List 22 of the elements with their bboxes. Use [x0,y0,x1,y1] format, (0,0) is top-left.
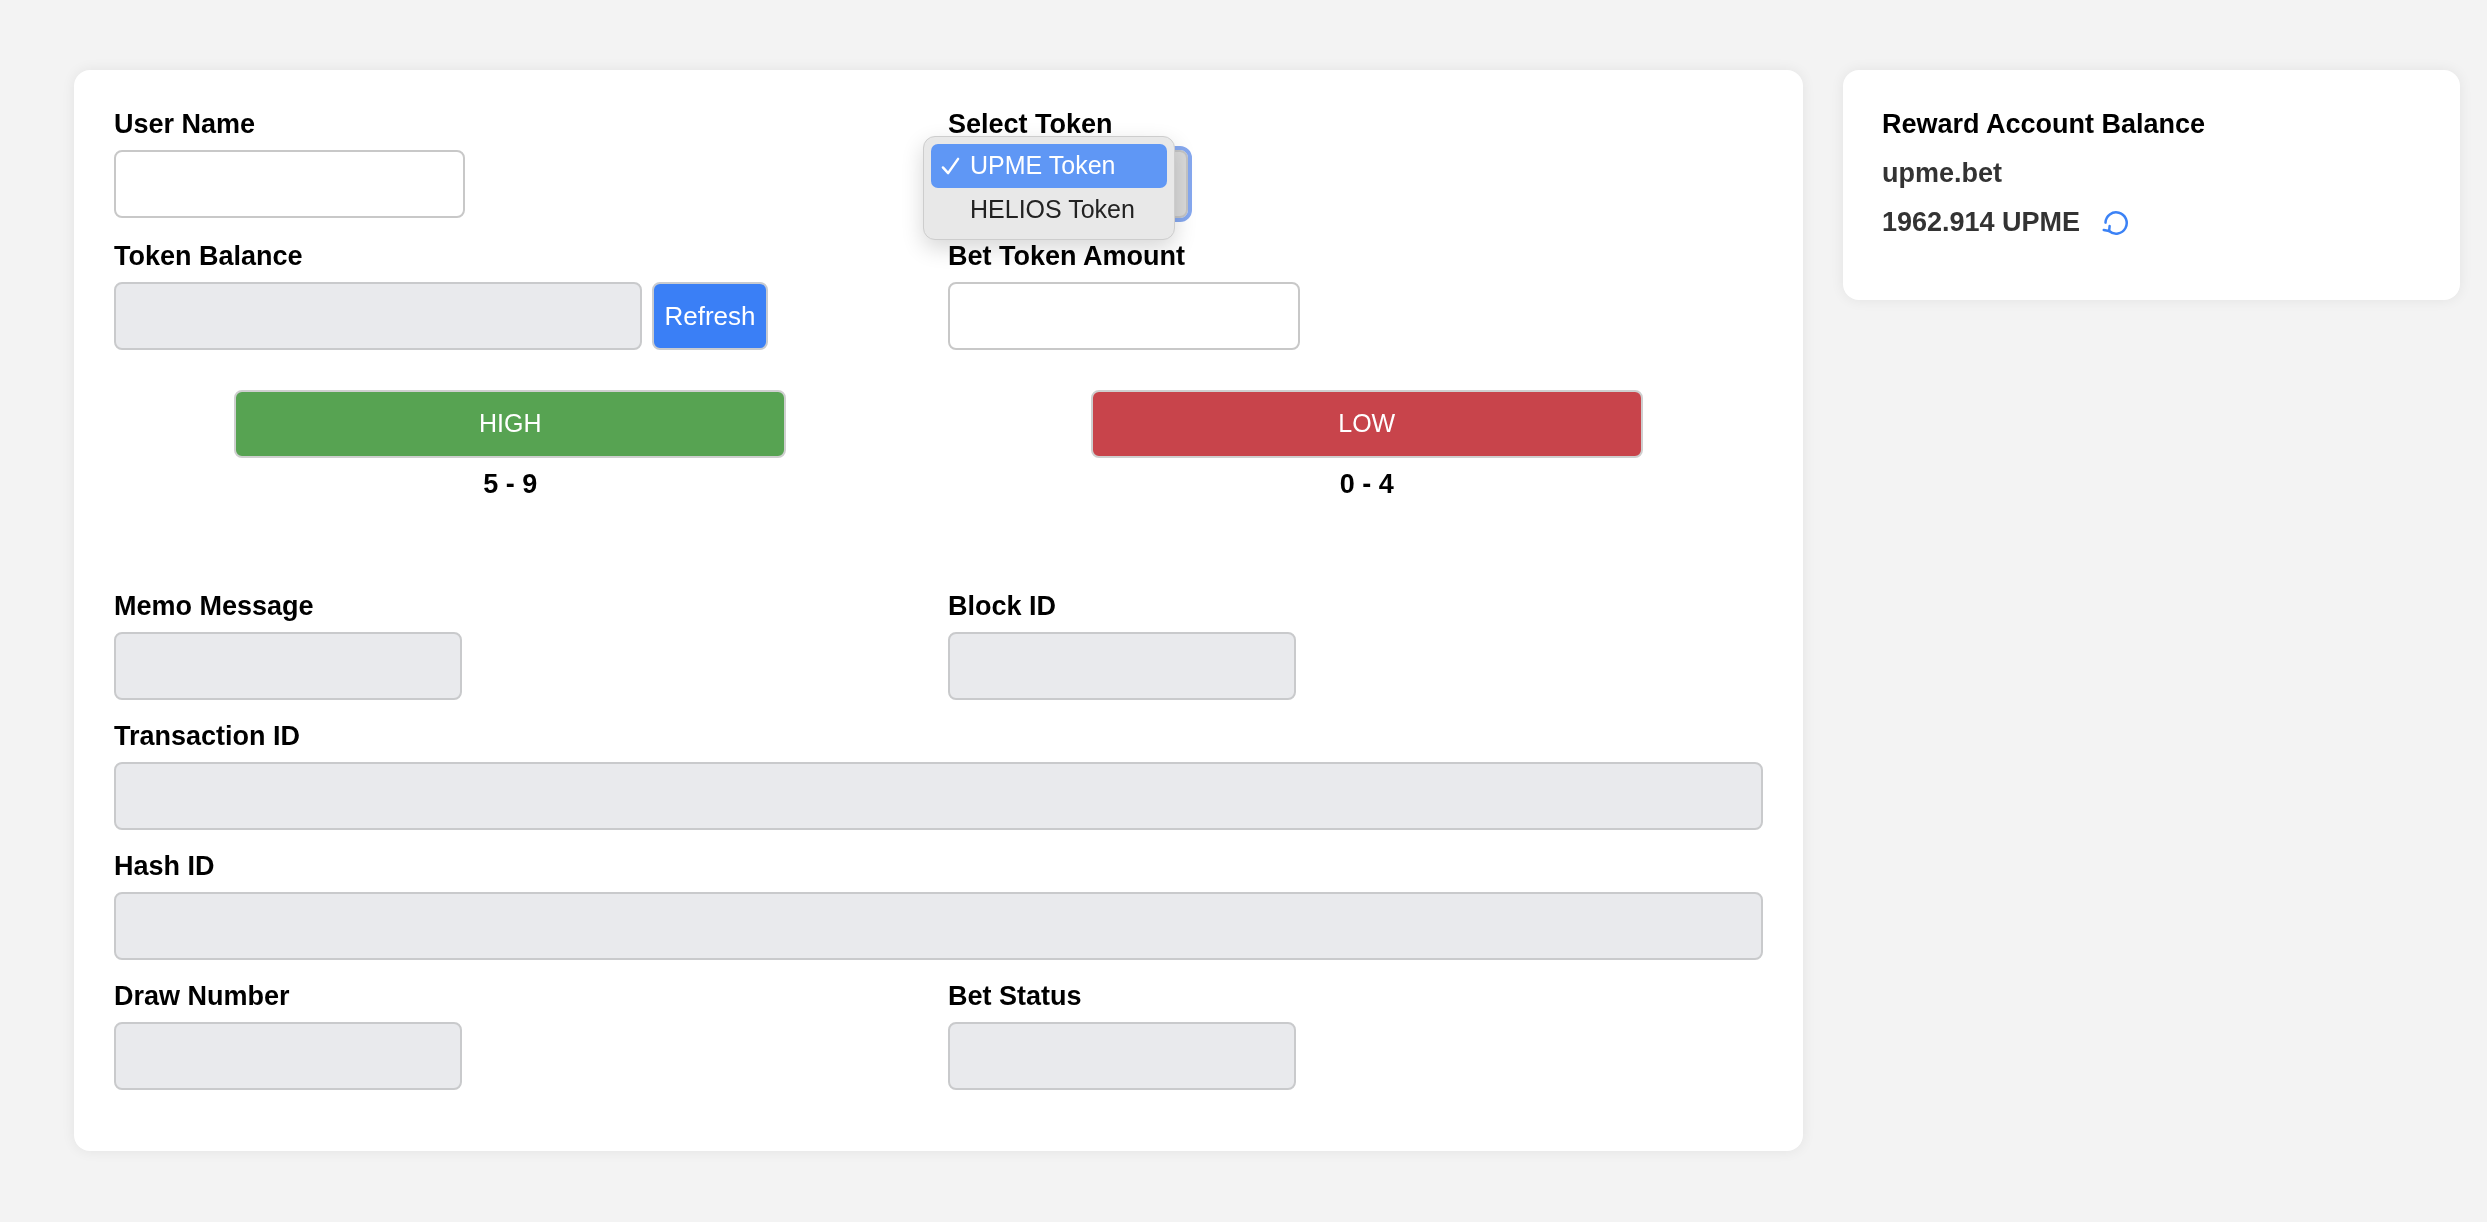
bet-button[interactable]: LOW [1090,390,1643,458]
field-label: Select Token [948,108,1114,140]
text-field[interactable] [948,282,1300,350]
bet-button[interactable]: HIGH [234,390,787,458]
field-label: Bet Status [948,980,1083,1012]
field-label: Draw Number [114,980,291,1012]
check-icon [941,156,960,176]
range-label: 0 - 4 [1339,468,1394,500]
range-label: 5 - 9 [483,468,538,500]
card-title: Reward Account Balance [1882,108,2207,140]
dropdown-option[interactable]: HELIOS Token [931,188,1167,232]
field-label: User Name [114,108,257,140]
field-label: Block ID [948,590,1058,622]
text-field[interactable] [114,150,465,218]
balance-amount: 1962.914 UPME [1882,206,2081,238]
field-label: Hash ID [114,850,216,882]
dropdown-option[interactable]: UPME Token [931,144,1167,188]
field-label: Memo Message [114,590,315,622]
field-label: Bet Token Amount [948,240,1186,272]
field-label: Token Balance [114,240,304,272]
account-name: upme.bet [1882,157,2003,189]
field-label: Transaction ID [114,720,302,752]
